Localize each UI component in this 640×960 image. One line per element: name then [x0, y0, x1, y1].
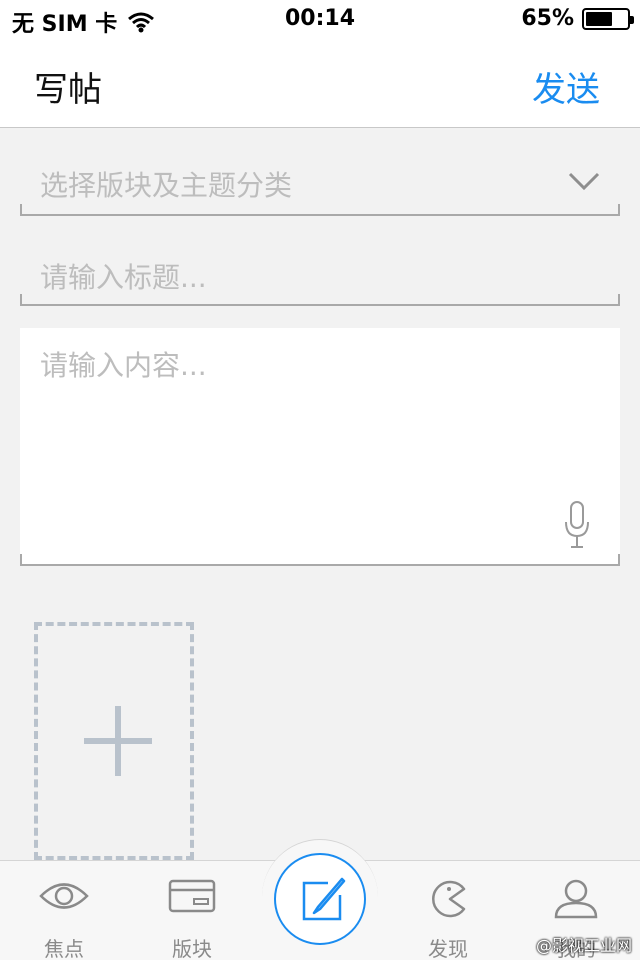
battery-percent: 65% — [521, 6, 574, 31]
status-bar: 无 SIM 卡 00:14 65% — [0, 0, 640, 40]
tab-forums[interactable]: 版块 — [132, 861, 252, 960]
card-icon — [168, 879, 216, 913]
category-placeholder: 选择版块及主题分类 — [40, 169, 293, 202]
tab-discover[interactable]: 发现 — [388, 861, 508, 960]
plus-icon-vertical — [115, 706, 121, 776]
send-button[interactable]: 发送 — [532, 62, 600, 111]
eye-icon — [39, 883, 89, 909]
compose-icon — [302, 877, 346, 921]
content-placeholder: 请输入内容... — [40, 349, 207, 382]
title-placeholder: 请输入标题... — [40, 261, 207, 294]
pacman-icon — [432, 880, 466, 918]
microphone-icon[interactable] — [564, 500, 590, 550]
tab-forums-label: 版块 — [172, 937, 212, 960]
tab-focus[interactable]: 焦点 — [4, 861, 124, 960]
content-textarea[interactable]: 请输入内容... — [20, 328, 620, 566]
battery-fill — [586, 11, 612, 26]
status-right: 65% — [521, 6, 634, 31]
watermark: @影视工业网 — [535, 936, 632, 955]
page-title: 写帖 — [34, 70, 102, 110]
category-select[interactable]: 选择版块及主题分类 — [20, 150, 620, 216]
tab-compose[interactable] — [274, 853, 366, 945]
tab-bar: 焦点 版块 发现 我的 @影视工业网 — [0, 839, 640, 960]
add-image-button[interactable] — [34, 622, 194, 860]
tab-focus-label: 焦点 — [44, 937, 84, 960]
chevron-down-icon — [568, 172, 600, 191]
battery-icon — [582, 7, 634, 30]
user-icon — [554, 879, 598, 919]
tab-discover-label: 发现 — [428, 937, 468, 960]
title-input[interactable]: 请输入标题... — [20, 240, 620, 306]
nav-bar: 写帖 发送 — [0, 40, 640, 128]
